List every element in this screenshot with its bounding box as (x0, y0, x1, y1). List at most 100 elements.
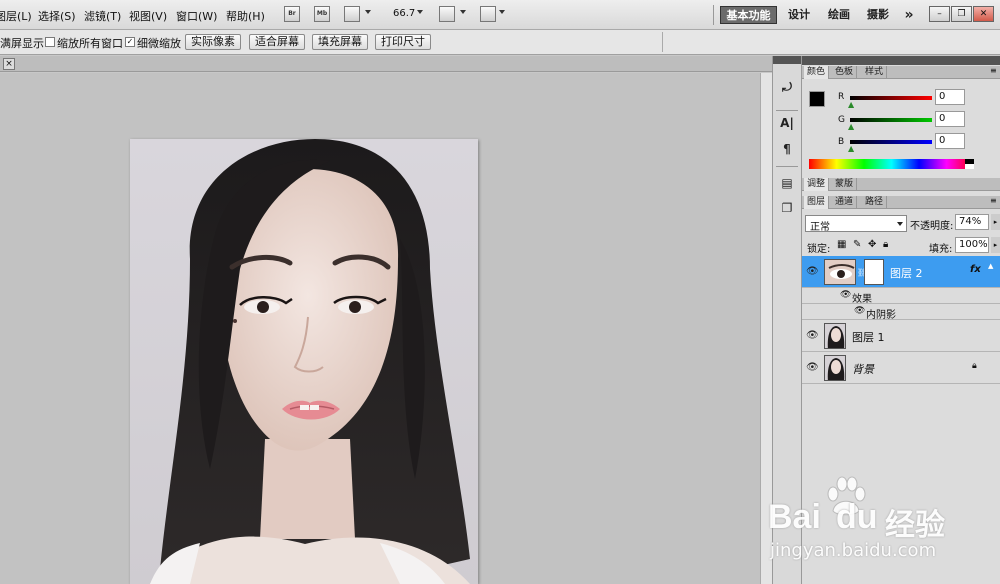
layer-row-layer2[interactable]: 👁︎ ⛓︎ 图层 2 fx ▲ (802, 256, 1000, 288)
mini-bridge-icon[interactable]: Mb (314, 6, 330, 22)
layer-mask-thumbnail[interactable] (864, 259, 884, 285)
document-tab-strip (0, 56, 772, 72)
tab-adjustments[interactable]: 调整 (804, 178, 830, 191)
panel-collapse-bar[interactable] (802, 56, 1000, 65)
tab-styles[interactable]: 样式 (862, 66, 888, 79)
slider-handle-icon[interactable]: ▲ (848, 144, 854, 153)
chevron-down-icon[interactable] (460, 10, 466, 14)
screen-mode-icon[interactable] (480, 6, 496, 22)
scrubby-zoom-checkbox[interactable]: ✓ (125, 37, 135, 47)
color-spectrum-bar[interactable] (809, 159, 974, 169)
fx-icon[interactable]: fx (970, 264, 981, 275)
layer-thumbnail (824, 259, 856, 285)
lock-transparent-icon[interactable]: ▦ (837, 239, 846, 250)
lock-all-icon[interactable]: 🔒︎ (883, 239, 888, 250)
bridge-icon[interactable]: Br (284, 6, 300, 22)
info-panel-icon[interactable]: ▤ (778, 174, 796, 192)
more-workspaces-icon[interactable]: » (900, 6, 918, 24)
eye-icon[interactable]: 👁︎ (806, 266, 819, 278)
effects-row[interactable]: 👁︎ 效果 (802, 288, 1000, 305)
panel-dock-strip: ⤾ A| ¶ ▤ ❐ (772, 56, 802, 584)
layer-row-layer1[interactable]: 👁︎ 图层 1 (802, 320, 1000, 352)
minimize-icon[interactable]: – (929, 6, 950, 22)
tab-color[interactable]: 颜色 (804, 66, 830, 79)
fullscreen-label: 满屏显示 (0, 37, 44, 50)
portrait-thumbnail (825, 356, 845, 380)
options-bar: 满屏显示 缩放所有窗口 ✓ 细微缩放 实际像素 适合屏幕 填充屏幕 打印尺寸 (0, 30, 1000, 55)
fill-screen-button[interactable]: 填充屏幕 (312, 34, 368, 50)
dock-collapse-bar[interactable] (773, 56, 801, 64)
print-size-button[interactable]: 打印尺寸 (375, 34, 431, 50)
tab-channels[interactable]: 通道 (832, 196, 858, 209)
eye-icon[interactable]: 👁︎ (806, 330, 819, 342)
workspace-design[interactable]: 设计 (785, 6, 813, 24)
tab-swatches[interactable]: 色板 (832, 66, 858, 79)
workspace-painting[interactable]: 绘画 (825, 6, 853, 24)
lock-position-icon[interactable]: ✥ (868, 239, 876, 250)
chevron-down-icon[interactable] (365, 10, 371, 14)
tab-masks[interactable]: 蒙版 (832, 178, 858, 191)
foreground-color-swatch[interactable] (809, 91, 825, 107)
menu-layer[interactable]: 图层(L) (0, 8, 32, 24)
fill-field[interactable]: 100% (955, 237, 989, 253)
close-document-icon[interactable]: × (3, 58, 15, 70)
fit-screen-button[interactable]: 适合屏幕 (249, 34, 305, 50)
zoom-all-windows-checkbox[interactable] (45, 37, 55, 47)
adjustments-panel-header: 调整 蒙版 (802, 178, 1000, 191)
chevron-down-icon[interactable] (417, 10, 423, 14)
color-panel-header: 颜色 色板 样式 ≡ (802, 66, 1000, 79)
tab-paths[interactable]: 路径 (862, 196, 888, 209)
layers-empty-area[interactable] (802, 384, 1000, 584)
opacity-field[interactable]: 74% (955, 214, 989, 230)
panel-menu-icon[interactable]: ≡ (990, 196, 997, 205)
eye-icon[interactable]: 👁︎ (840, 290, 851, 300)
blue-slider[interactable] (850, 140, 932, 144)
tab-layers[interactable]: 图层 (804, 196, 830, 209)
chevron-down-icon (897, 222, 903, 226)
eye-icon[interactable]: 👁︎ (854, 306, 865, 316)
blend-mode-select[interactable]: 正常 (805, 215, 907, 233)
clone-source-icon[interactable]: ❐ (778, 199, 796, 217)
lock-image-icon[interactable]: ✎ (853, 239, 861, 250)
green-value-field[interactable]: 0 (935, 111, 965, 127)
eye-icon[interactable]: 👁︎ (806, 362, 819, 374)
menu-help[interactable]: 帮助(H) (226, 8, 265, 24)
red-value-field[interactable]: 0 (935, 89, 965, 105)
vertical-scrollbar[interactable] (760, 73, 772, 584)
history-icon[interactable]: ⤾ (778, 78, 796, 96)
workspace-photography[interactable]: 摄影 (864, 6, 892, 24)
portrait-photo[interactable] (130, 139, 478, 584)
menu-window[interactable]: 窗口(W) (176, 8, 217, 24)
inner-shadow-row[interactable]: 👁︎ 内阴影 (802, 304, 1000, 321)
chevron-down-icon[interactable] (499, 10, 505, 14)
panel-menu-icon[interactable]: ≡ (990, 66, 997, 75)
arrange-documents-icon[interactable] (439, 6, 455, 22)
layer-row-background[interactable]: 👁︎ 背景 🔒︎ (802, 352, 1000, 384)
blue-value-field[interactable]: 0 (935, 133, 965, 149)
red-slider[interactable] (850, 96, 932, 100)
close-icon[interactable]: ✕ (973, 6, 994, 22)
divider (776, 110, 798, 111)
zoom-level[interactable]: 66.7 (393, 8, 415, 19)
divider (713, 5, 714, 25)
fill-arrow-icon[interactable]: ▸ (991, 237, 1000, 253)
menu-filter[interactable]: 滤镜(T) (84, 8, 121, 24)
view-extras-icon[interactable] (344, 6, 360, 22)
actual-pixels-button[interactable]: 实际像素 (185, 34, 241, 50)
slider-handle-icon[interactable]: ▲ (848, 122, 854, 131)
character-icon[interactable]: A| (778, 114, 796, 132)
workspace-essentials[interactable]: 基本功能 (720, 6, 777, 24)
white-swatch[interactable] (965, 164, 974, 169)
restore-icon[interactable]: ❐ (951, 6, 972, 22)
slider-handle-icon[interactable]: ▲ (848, 100, 854, 109)
channel-b-label: B (838, 137, 845, 147)
scroll-up-icon[interactable]: ▲ (988, 262, 993, 270)
effects-label: 效果 (852, 294, 872, 305)
menu-view[interactable]: 视图(V) (129, 8, 167, 24)
green-slider[interactable] (850, 118, 932, 122)
menu-select[interactable]: 选择(S) (38, 8, 76, 24)
paragraph-icon[interactable]: ¶ (778, 140, 796, 158)
opacity-arrow-icon[interactable]: ▸ (991, 214, 1000, 230)
layer-name: 背景 (852, 363, 874, 376)
scrubby-zoom-label: 细微缩放 (137, 37, 181, 50)
